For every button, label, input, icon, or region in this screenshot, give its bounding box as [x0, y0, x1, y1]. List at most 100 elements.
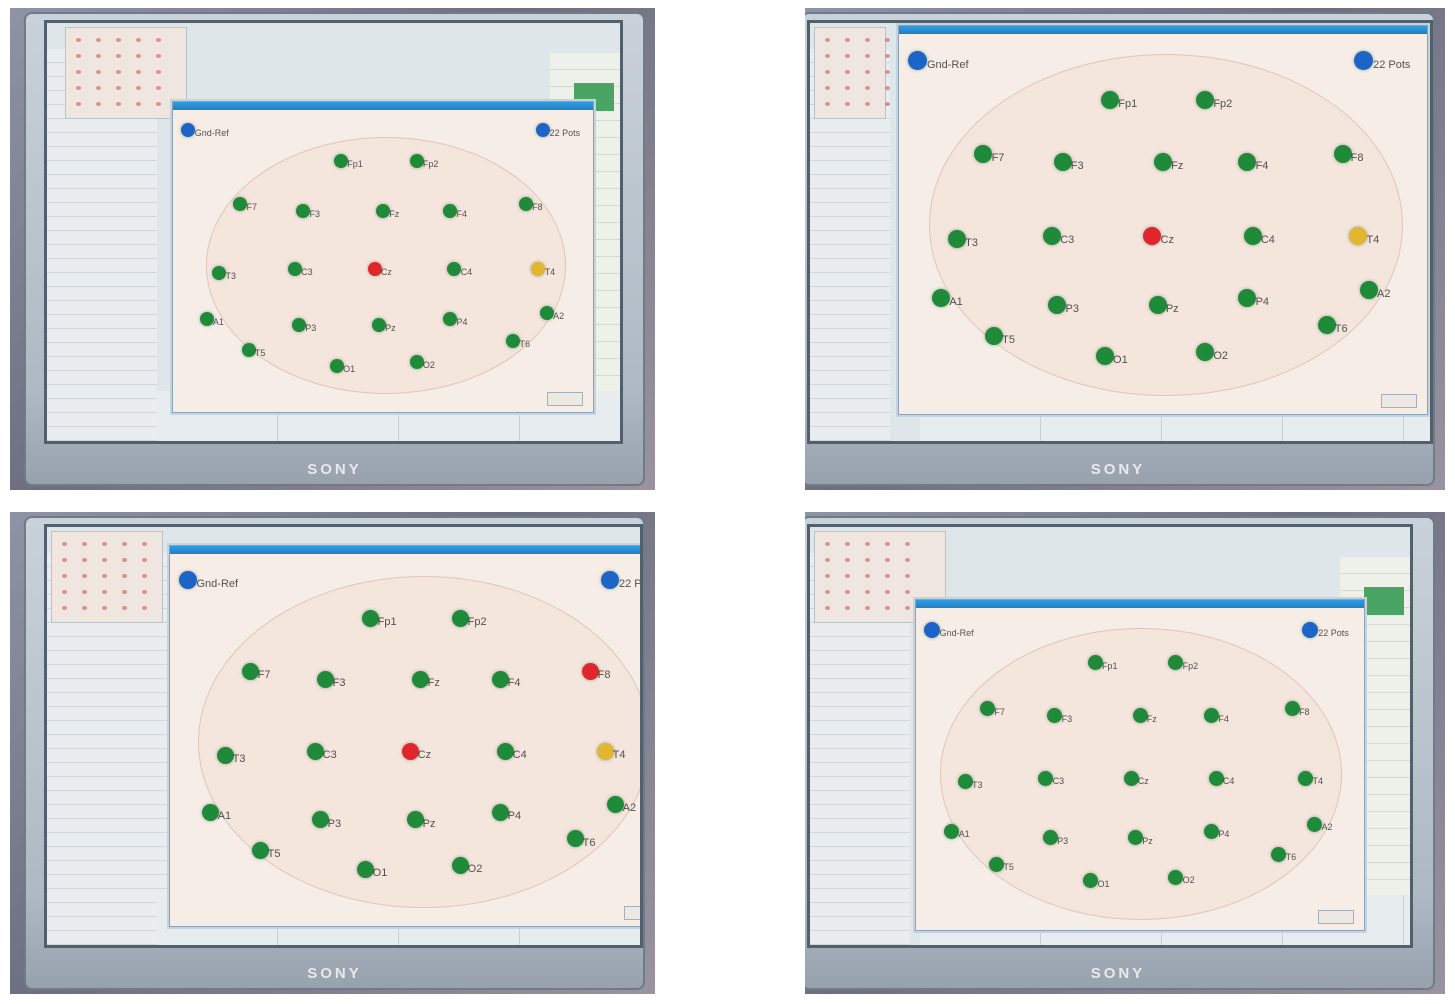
electrode-cz[interactable]	[1123, 770, 1139, 786]
electrode-o2[interactable]	[409, 355, 424, 370]
reference-electrode-right[interactable]	[1354, 51, 1374, 71]
electrode-cz[interactable]	[367, 262, 382, 277]
electrode-o2[interactable]	[451, 856, 469, 874]
electrode-f8[interactable]	[1333, 145, 1352, 164]
electrode-p4[interactable]	[1238, 288, 1257, 307]
electrode-a1[interactable]	[201, 803, 219, 821]
electrode-c3[interactable]	[1043, 226, 1062, 245]
mini-map-dot	[142, 542, 147, 546]
mini-map-dot	[62, 606, 67, 610]
dialog-title-bar[interactable]	[173, 102, 593, 110]
dialog-close-button[interactable]	[624, 906, 640, 920]
reference-electrode-right[interactable]	[1302, 621, 1319, 638]
electrode-t5[interactable]	[989, 856, 1005, 872]
electrode-t5[interactable]	[251, 841, 269, 859]
mini-map-dot	[865, 606, 870, 610]
electrode-c4[interactable]	[1243, 226, 1262, 245]
electrode-f8[interactable]	[581, 662, 599, 680]
electrode-a2[interactable]	[606, 795, 624, 813]
electrode-a2[interactable]	[539, 305, 554, 320]
reference-electrode-left[interactable]	[923, 621, 940, 638]
electrode-a1[interactable]	[932, 288, 951, 307]
electrode-a1[interactable]	[199, 312, 214, 326]
electrode-label-t6: T6	[582, 836, 596, 849]
mini-map-dot	[96, 86, 101, 90]
electrode-fz[interactable]	[376, 203, 390, 218]
mini-map-dot	[845, 542, 850, 546]
mini-map-dot	[905, 542, 910, 546]
electrode-f4[interactable]	[491, 670, 509, 688]
reference-electrode-right[interactable]	[535, 122, 550, 137]
electrode-p4[interactable]	[491, 803, 509, 821]
electrode-t4[interactable]	[1349, 226, 1368, 245]
monitor-screen: Gnd-Ref 22 Pots Fp1 Fp2 F7 F3 Fz F4 F8 T3 C3 Cz C4 T4…	[807, 20, 1433, 444]
electrode-fp2[interactable]	[451, 609, 469, 627]
mini-map-dot	[905, 590, 910, 594]
electrode-a1[interactable]	[944, 823, 960, 839]
dialog-title-bar[interactable]	[916, 600, 1364, 608]
electrode-label-f4: F4	[1255, 159, 1269, 172]
electrode-pz[interactable]	[1148, 296, 1167, 315]
electrode-fp1[interactable]	[361, 609, 379, 627]
electrode-fp2[interactable]	[409, 153, 424, 168]
electrode-o1[interactable]	[356, 860, 374, 878]
electrode-c3[interactable]	[306, 742, 324, 760]
electrode-pz[interactable]	[406, 811, 424, 829]
electrode-label-o1: O1	[1097, 878, 1110, 889]
electrode-o1[interactable]	[1095, 346, 1114, 365]
impedance-check-dialog: Gnd-Ref 22 Pots Fp1 Fp2 F7 F3 Fz F4 F8 T3 C3 Cz C4 T4…	[172, 101, 594, 413]
dialog-title-bar[interactable]	[899, 26, 1427, 34]
mini-map-dot	[865, 38, 870, 42]
electrode-fp1[interactable]	[1087, 655, 1103, 671]
reference-electrode-left[interactable]	[178, 571, 197, 590]
electrode-t4[interactable]	[1298, 770, 1314, 786]
dialog-close-button[interactable]	[547, 392, 583, 406]
electrode-fz[interactable]	[1132, 708, 1148, 723]
dialog-close-button[interactable]	[1381, 394, 1417, 408]
electrode-pz[interactable]	[371, 318, 386, 333]
electrode-p3[interactable]	[311, 811, 329, 829]
electrode-f3[interactable]	[296, 203, 311, 218]
electrode-t6[interactable]	[566, 830, 584, 848]
mini-map-dot	[102, 558, 107, 562]
mini-map-dot	[885, 102, 890, 106]
mini-map-dot	[825, 590, 830, 594]
electrode-t3[interactable]	[216, 746, 234, 764]
electrode-p3[interactable]	[1042, 830, 1058, 846]
reference-electrode-right[interactable]	[601, 571, 619, 590]
electrode-t3[interactable]	[212, 265, 227, 280]
mini-map-dot	[825, 558, 830, 562]
reference-electrode-left[interactable]	[180, 122, 195, 137]
electrode-fp1[interactable]	[334, 153, 348, 168]
electrode-t5[interactable]	[241, 343, 256, 357]
electrode-o2[interactable]	[1168, 869, 1184, 885]
electrode-cz[interactable]	[401, 742, 419, 760]
electrode-t6[interactable]	[1317, 315, 1336, 334]
electrode-t3[interactable]	[957, 774, 973, 789]
reference-electrode-left[interactable]	[907, 51, 927, 71]
electrode-label-o2: O2	[1213, 349, 1229, 362]
electrode-f7[interactable]	[241, 662, 259, 680]
electrode-label-a1: A1	[212, 317, 224, 327]
electrode-fz[interactable]	[411, 670, 429, 688]
electrode-t6[interactable]	[1271, 846, 1287, 862]
electrode-f3[interactable]	[316, 670, 334, 688]
electrode-t4[interactable]	[596, 742, 614, 760]
electrode-o1[interactable]	[329, 358, 344, 373]
electrode-c4[interactable]	[1208, 770, 1224, 786]
dialog-close-button[interactable]	[1318, 910, 1354, 924]
reference-label-left: Gnd-Ref	[196, 578, 239, 591]
electrode-fp2[interactable]	[1196, 90, 1215, 109]
monitor-brand-label: SONY	[307, 461, 362, 478]
dialog-title-bar[interactable]	[170, 546, 640, 554]
electrode-fp1[interactable]	[1101, 90, 1120, 109]
electrode-f8[interactable]	[518, 197, 533, 212]
electrode-cz[interactable]	[1143, 226, 1162, 245]
electrode-fz[interactable]	[1154, 152, 1172, 171]
electrode-t6[interactable]	[506, 333, 521, 348]
electrode-c4[interactable]	[496, 742, 514, 760]
electrode-p4[interactable]	[1204, 823, 1220, 839]
electrode-f4[interactable]	[443, 203, 458, 218]
electrode-f3[interactable]	[1053, 152, 1072, 171]
electrode-a2[interactable]	[1359, 280, 1378, 299]
